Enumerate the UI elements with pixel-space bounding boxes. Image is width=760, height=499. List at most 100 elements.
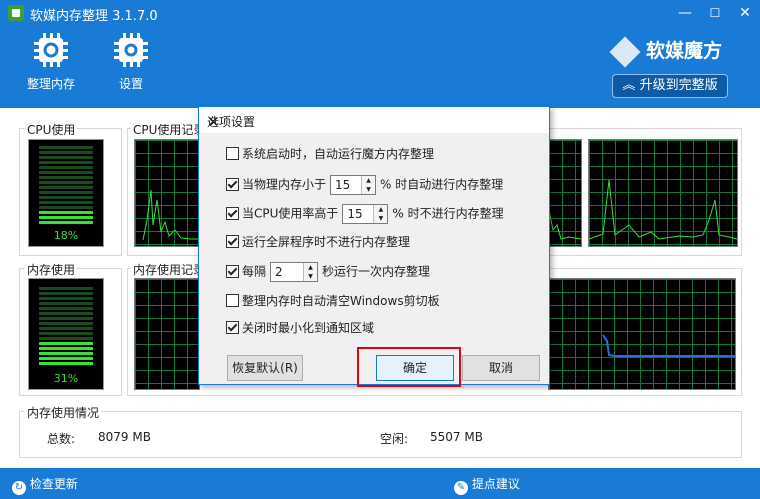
gauge-segment bbox=[39, 362, 93, 365]
brand: 软媒魔方 bbox=[609, 35, 722, 68]
gauge-segment bbox=[39, 317, 93, 320]
option-text: % 时不进行内存整理 bbox=[392, 206, 504, 221]
minimize-tray-checkbox[interactable] bbox=[226, 321, 239, 334]
interval-checkbox[interactable] bbox=[226, 264, 239, 278]
interval-spinner[interactable]: 2 ▲ ▼ bbox=[270, 262, 319, 282]
cpu-threshold-spinner[interactable]: 15 ▲ ▼ bbox=[342, 204, 389, 224]
spinner-arrows-icon[interactable]: ▲ ▼ bbox=[361, 176, 376, 194]
option-minimize-tray[interactable]: 关闭时最小化到通知区域 bbox=[226, 319, 374, 337]
option-text: % 时自动进行内存整理 bbox=[380, 177, 504, 192]
memory-history-graph bbox=[134, 278, 200, 390]
gauge-segment bbox=[39, 216, 93, 219]
gauge-segment bbox=[39, 196, 93, 199]
option-autostart[interactable]: 系统启动时，自动运行魔方内存整理 bbox=[226, 145, 434, 163]
low-memory-checkbox[interactable] bbox=[226, 177, 239, 191]
cpu-label: CPU使用 bbox=[25, 121, 78, 138]
reset-defaults-button[interactable]: 恢复默认(R) bbox=[227, 355, 303, 381]
autostart-checkbox[interactable] bbox=[226, 147, 239, 160]
gauge-segment bbox=[39, 337, 93, 340]
footer-bar: ↻ 检查更新 ✎ 提点建议 bbox=[0, 468, 760, 499]
maximize-button[interactable]: ☐ bbox=[700, 0, 730, 26]
cpu-core-graph bbox=[134, 139, 200, 247]
clean-memory-button[interactable]: 整理内存 bbox=[21, 32, 81, 92]
gauge-segment bbox=[39, 201, 93, 204]
title-bar: 软媒内存整理 3.1.7.0 — ☐ ✕ bbox=[0, 0, 760, 26]
ok-highlight-box bbox=[357, 347, 461, 387]
dialog-close-button[interactable]: ✕ bbox=[207, 113, 539, 131]
cancel-button[interactable]: 取消 bbox=[462, 355, 540, 381]
memory-chip-icon bbox=[34, 33, 68, 67]
gauge-segment bbox=[39, 307, 93, 310]
option-text: 秒运行一次内存整理 bbox=[322, 264, 431, 279]
settings-label: 设置 bbox=[118, 77, 143, 91]
upgrade-button[interactable]: ︽ 升级到完整版 bbox=[612, 74, 728, 98]
cpu-percent: 18% bbox=[53, 229, 79, 242]
gauge-segment bbox=[39, 181, 93, 184]
gauge-segment bbox=[39, 156, 93, 159]
header-toolbar: 整理内存 设置 软媒魔方 ︽ 升级到完整版 bbox=[0, 26, 760, 108]
feedback-button[interactable]: ✎ 提点建议 bbox=[454, 475, 520, 495]
gauge-segment bbox=[39, 151, 93, 154]
app-icon bbox=[8, 5, 24, 21]
cpu-history-label: CPU使用记录 bbox=[131, 121, 208, 138]
option-clear-clipboard[interactable]: 整理内存时自动清空Windows剪切板 bbox=[226, 292, 440, 310]
options-dialog: 选项设置 ✕ 系统启动时，自动运行魔方内存整理 当物理内存小于 15 ▲ ▼ % 时自动… bbox=[198, 106, 550, 387]
dialog-title-bar: 选项设置 ✕ bbox=[199, 107, 549, 133]
memory-history-label: 内存使用记录 bbox=[131, 261, 208, 278]
gauge-segment bbox=[39, 297, 93, 300]
fullscreen-checkbox[interactable] bbox=[226, 235, 239, 248]
cpu-core-graph bbox=[548, 139, 582, 247]
gauge-segment bbox=[39, 161, 93, 164]
check-update-button[interactable]: ↻ 检查更新 bbox=[12, 475, 78, 495]
gauge-segment bbox=[39, 191, 93, 194]
option-text: 关闭时最小化到通知区域 bbox=[242, 321, 375, 335]
low-memory-spinner[interactable]: 15 ▲ ▼ bbox=[330, 175, 377, 195]
refresh-icon: ↻ bbox=[12, 481, 26, 495]
minimize-button[interactable]: — bbox=[670, 0, 700, 26]
gauge-segment bbox=[39, 322, 93, 325]
brand-name: 软媒魔方 bbox=[645, 40, 722, 62]
cpu-core-line bbox=[588, 179, 738, 240]
gauge-segment bbox=[39, 206, 93, 209]
clear-clipboard-checkbox[interactable] bbox=[226, 294, 239, 307]
gauge-segment bbox=[39, 211, 93, 214]
feedback-label: 提点建议 bbox=[471, 477, 520, 491]
gauge-segment bbox=[39, 287, 93, 290]
total-label: 总数: bbox=[47, 432, 76, 446]
cpu-core-line bbox=[548, 209, 582, 240]
option-cpu-threshold[interactable]: 当CPU使用率高于 15 ▲ ▼ % 时不进行内存整理 bbox=[226, 204, 504, 224]
cpu-gauge-bars bbox=[39, 146, 93, 226]
spinner-arrows-icon[interactable]: ▲ ▼ bbox=[303, 263, 318, 281]
gauge-segment bbox=[39, 357, 93, 360]
free-value: 5507 MB bbox=[430, 430, 483, 444]
close-button[interactable]: ✕ bbox=[730, 0, 760, 26]
option-fullscreen[interactable]: 运行全屏程序时不进行内存整理 bbox=[226, 233, 410, 251]
gauge-segment bbox=[39, 292, 93, 295]
spinner-value: 15 bbox=[335, 178, 351, 192]
check-update-label: 检查更新 bbox=[29, 477, 78, 491]
free-label: 空闲: bbox=[380, 432, 409, 446]
gauge-segment bbox=[39, 312, 93, 315]
memory-history-line bbox=[602, 334, 735, 357]
cpu-threshold-checkbox[interactable] bbox=[226, 206, 239, 220]
double-chevron-up-icon: ︽ bbox=[622, 78, 636, 93]
gauge-segment bbox=[39, 186, 93, 189]
cpu-core-line bbox=[142, 189, 199, 241]
gauge-segment bbox=[39, 176, 93, 179]
settings-chip-icon bbox=[114, 33, 148, 67]
option-text: 当物理内存小于 bbox=[242, 177, 327, 192]
option-text: 每隔 bbox=[242, 264, 267, 279]
memory-label: 内存使用 bbox=[25, 261, 78, 278]
settings-button[interactable]: 设置 bbox=[101, 32, 161, 92]
option-text: 运行全屏程序时不进行内存整理 bbox=[242, 235, 411, 249]
option-text: 系统启动时，自动运行魔方内存整理 bbox=[242, 147, 435, 161]
cpu-gauge: 18% bbox=[28, 139, 104, 247]
memory-gauge: 31% bbox=[28, 278, 104, 390]
feedback-icon: ✎ bbox=[454, 481, 468, 495]
memory-info-label: 内存使用情况 bbox=[25, 404, 102, 421]
option-interval[interactable]: 每隔 2 ▲ ▼ 秒运行一次内存整理 bbox=[226, 262, 431, 282]
gauge-segment bbox=[39, 302, 93, 305]
spinner-arrows-icon[interactable]: ▲ ▼ bbox=[373, 205, 388, 223]
gauge-segment bbox=[39, 327, 93, 330]
option-low-memory[interactable]: 当物理内存小于 15 ▲ ▼ % 时自动进行内存整理 bbox=[226, 175, 504, 195]
